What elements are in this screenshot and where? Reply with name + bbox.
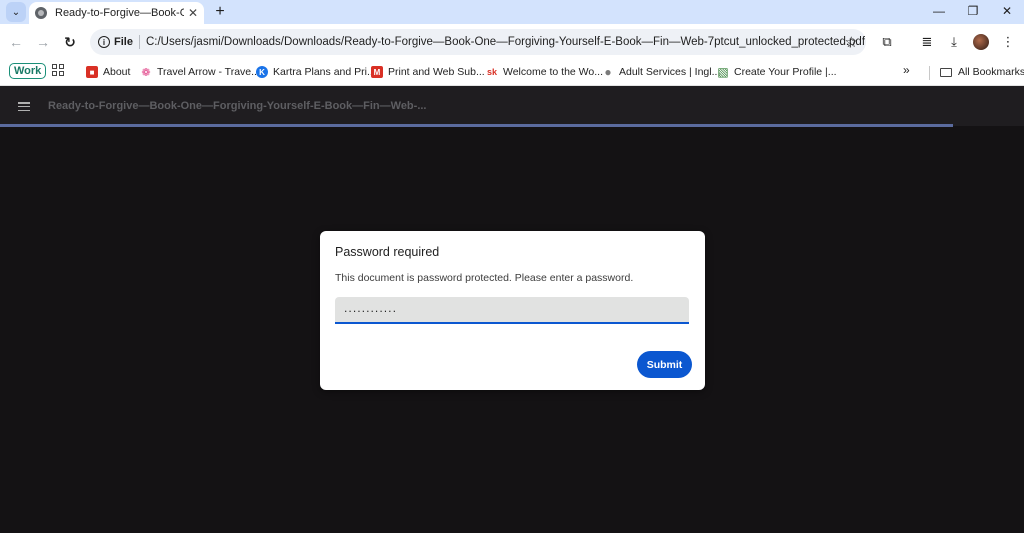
bookmark-item[interactable]: ▧ Create Your Profile |...	[717, 64, 836, 80]
info-icon[interactable]: i	[98, 36, 110, 48]
pdf-title: Ready-to-Forgive—Book-One—Forgiving-Your…	[48, 100, 427, 112]
bookmark-item[interactable]: M Print and Web Sub...	[371, 64, 485, 80]
office-icon: ■	[86, 66, 98, 78]
apps-grid-icon[interactable]	[52, 64, 64, 76]
pdf-toolbar: Ready-to-Forgive—Book-One—Forgiving-Your…	[0, 86, 1024, 126]
bookmark-item[interactable]: K Kartra Plans and Pri...	[256, 64, 376, 80]
loading-progress-bar	[0, 124, 953, 127]
bookmark-item[interactable]: ■ About	[86, 64, 130, 80]
submit-button[interactable]: Submit	[637, 351, 692, 378]
media-control-icon[interactable]: ≣	[917, 32, 937, 52]
tab-active[interactable]: Ready-to-Forgive—Book-One—Forgiving-Your…	[29, 2, 204, 24]
tab-search-icon[interactable]: ⌄	[6, 2, 26, 22]
bookmarks-bar: Work ■ About ❁ Travel Arrow - Trave... K…	[0, 60, 1024, 86]
url-text[interactable]: C:/Users/jasmi/Downloads/Downloads/Ready…	[146, 36, 865, 48]
globe-icon	[35, 7, 47, 19]
minimize-icon[interactable]: —	[922, 0, 956, 22]
circle-logo-icon: ●	[604, 65, 612, 79]
password-input[interactable]	[335, 297, 689, 324]
bookmark-item[interactable]: sk Welcome to the Wo...	[486, 64, 603, 80]
flower-icon: ❁	[141, 66, 151, 79]
menu-icon[interactable]	[18, 102, 30, 111]
address-bar[interactable]: i File C:/Users/jasmi/Downloads/Download…	[90, 29, 866, 55]
forward-icon[interactable]: →	[33, 32, 53, 52]
browser-toolbar: ← → ↻ i File C:/Users/jasmi/Downloads/Do…	[0, 24, 1024, 60]
password-dialog: Password required This document is passw…	[320, 231, 705, 390]
profile-avatar[interactable]	[973, 34, 989, 50]
all-bookmarks-button[interactable]: All Bookmarks	[940, 64, 1024, 80]
dialog-message: This document is password protected. Ple…	[335, 272, 634, 284]
tab-strip: ⌄ Ready-to-Forgive—Book-One—Forgiving-Yo…	[0, 0, 1024, 24]
tab-close-icon[interactable]: ✕	[188, 6, 198, 20]
bookmarks-overflow-icon[interactable]: »	[903, 63, 910, 77]
reload-icon[interactable]: ↻	[60, 32, 80, 52]
back-icon[interactable]: ←	[6, 32, 26, 52]
new-tab-icon[interactable]: +	[210, 2, 230, 22]
extensions-icon[interactable]: ⧉	[877, 32, 897, 52]
sk-logo-icon: sk	[486, 67, 497, 77]
bookmark-item[interactable]: ● Adult Services | Ingl...	[602, 64, 720, 80]
tab-title: Ready-to-Forgive—Book-One—Forgiving-Your…	[55, 7, 184, 19]
menu-more-icon[interactable]: ⋮	[998, 32, 1018, 52]
window-close-icon[interactable]: ✕	[990, 0, 1024, 22]
profile-logo-icon: ▧	[717, 65, 729, 79]
folder-icon	[940, 67, 952, 77]
download-icon[interactable]: ⤓	[944, 32, 964, 52]
scheme-label: File	[114, 36, 133, 48]
tab-group-chip[interactable]: Work	[9, 63, 47, 79]
restore-icon[interactable]: ❐	[956, 0, 990, 22]
bookmarks-divider	[929, 66, 930, 80]
bookmark-item[interactable]: ❁ Travel Arrow - Trave...	[140, 64, 260, 80]
m-logo-icon: M	[371, 66, 383, 78]
bookmark-star-icon[interactable]: ☆	[845, 33, 858, 51]
omnibox-divider	[138, 35, 140, 49]
dialog-title: Password required	[335, 245, 440, 259]
kartra-icon: K	[256, 66, 268, 78]
